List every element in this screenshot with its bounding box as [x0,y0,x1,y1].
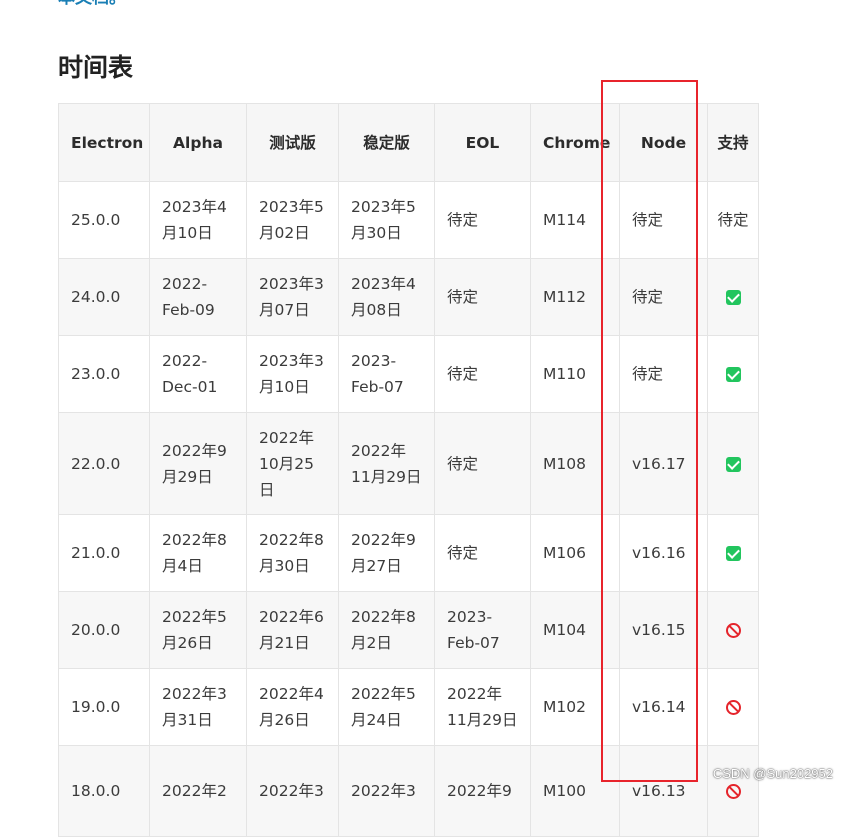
cell-support [707,591,759,669]
cell-chrome: M106 [530,514,620,592]
cell-beta: 2022年10月25日 [246,412,339,515]
cell-chrome: M102 [530,668,620,746]
cell-stable: 2022年9月27日 [338,514,435,592]
cell-eol: 2022年11月29日 [434,668,531,746]
table-body: 25.0.0 2023年4月10日 2023年5月02日 2023年5月30日 待定 M1… [58,181,759,837]
cell-beta: 2022年6月21日 [246,591,339,669]
cell-electron: 24.0.0 [58,258,150,336]
cell-electron: 22.0.0 [58,412,150,515]
cell-eol: 2022年9 [434,745,531,837]
cell-support [707,335,759,413]
cell-eol: 待定 [434,258,531,336]
cell-support [707,745,759,837]
prohibited-icon [725,623,741,638]
table-row: 18.0.0 2022年2 2022年3 2022年3 2022年9 M100 v16.13 [58,745,759,837]
cell-electron: 25.0.0 [58,181,150,259]
cell-beta: 2022年8月30日 [246,514,339,592]
check-icon [725,546,741,561]
table-row: 23.0.0 2022-Dec-01 2023年3月10日 2023-Feb-07 待定… [58,335,759,413]
table-header: Electron Alpha 测试版 稳定版 EOL Chrome Node 支… [58,103,759,182]
cell-node: v16.14 [619,668,708,746]
cell-stable: 2022年11月29日 [338,412,435,515]
prohibited-icon [725,700,741,715]
cell-electron: 19.0.0 [58,668,150,746]
cell-node: v16.15 [619,591,708,669]
cell-alpha: 2022-Dec-01 [149,335,247,413]
cell-stable: 2023年4月08日 [338,258,435,336]
header-eol: EOL [434,103,531,182]
cell-stable: 2022年3 [338,745,435,837]
check-icon [725,367,741,382]
cell-alpha: 2023年4月10日 [149,181,247,259]
cell-electron: 23.0.0 [58,335,150,413]
cell-node: 待定 [619,181,708,259]
cell-beta: 2023年5月02日 [246,181,339,259]
cell-beta: 2023年3月07日 [246,258,339,336]
cell-eol: 待定 [434,335,531,413]
header-node: Node [619,103,708,182]
cell-node: v16.13 [619,745,708,837]
table-row: 25.0.0 2023年4月10日 2023年5月02日 2023年5月30日 待定 M1… [58,181,759,259]
cell-support [707,258,759,336]
cell-beta: 2023年3月10日 [246,335,339,413]
header-electron: Electron [58,103,150,182]
cell-node: v16.16 [619,514,708,592]
cell-chrome: M114 [530,181,620,259]
cell-alpha: 2022-Feb-09 [149,258,247,336]
cell-alpha: 2022年9月29日 [149,412,247,515]
cell-node: 待定 [619,258,708,336]
doc-link[interactable]: 本文档。 [58,0,126,8]
cell-alpha: 2022年5月26日 [149,591,247,669]
cell-alpha: 2022年3月31日 [149,668,247,746]
cell-stable: 2023年5月30日 [338,181,435,259]
prohibited-icon [725,784,741,799]
cell-eol: 待定 [434,181,531,259]
watermark: CSDN @Sun202952 [712,766,833,781]
check-icon [725,456,741,472]
cell-alpha: 2022年8月4日 [149,514,247,592]
cell-electron: 21.0.0 [58,514,150,592]
release-schedule-table: Electron Alpha 测试版 稳定版 EOL Chrome Node 支… [58,103,759,837]
header-chrome: Chrome [530,103,620,182]
cell-node: v16.17 [619,412,708,515]
cell-stable: 2022年8月2日 [338,591,435,669]
cell-eol: 待定 [434,412,531,515]
cell-alpha: 2022年2 [149,745,247,837]
cell-eol: 待定 [434,514,531,592]
cell-support: 待定 [707,181,759,259]
cell-support [707,668,759,746]
section-title: 时间表 [58,53,134,82]
cell-eol: 2023-Feb-07 [434,591,531,669]
header-row: Electron Alpha 测试版 稳定版 EOL Chrome Node 支… [58,103,759,182]
table-row: 20.0.0 2022年5月26日 2022年6月21日 2022年8月2日 2023-… [58,591,759,669]
cell-stable: 2022年5月24日 [338,668,435,746]
cell-support [707,514,759,592]
header-beta: 测试版 [246,103,339,182]
table-row: 21.0.0 2022年8月4日 2022年8月30日 2022年9月27日 待定 M10… [58,514,759,592]
cell-electron: 18.0.0 [58,745,150,837]
cell-electron: 20.0.0 [58,591,150,669]
cell-beta: 2022年3 [246,745,339,837]
cell-stable: 2023-Feb-07 [338,335,435,413]
header-stable: 稳定版 [338,103,435,182]
table-row: 24.0.0 2022-Feb-09 2023年3月07日 2023年4月08日 待定 M… [58,258,759,336]
cell-node: 待定 [619,335,708,413]
table-row: 19.0.0 2022年3月31日 2022年4月26日 2022年5月24日 2022… [58,668,759,746]
cell-chrome: M108 [530,412,620,515]
header-support: 支持 [707,103,759,182]
check-icon [725,290,741,305]
cell-support [707,412,759,515]
cell-chrome: M104 [530,591,620,669]
table-row: 22.0.0 2022年9月29日 2022年10月25日 2022年11月29日 待定… [58,412,759,515]
cell-chrome: M110 [530,335,620,413]
header-alpha: Alpha [149,103,247,182]
cell-chrome: M112 [530,258,620,336]
cell-chrome: M100 [530,745,620,837]
cell-beta: 2022年4月26日 [246,668,339,746]
